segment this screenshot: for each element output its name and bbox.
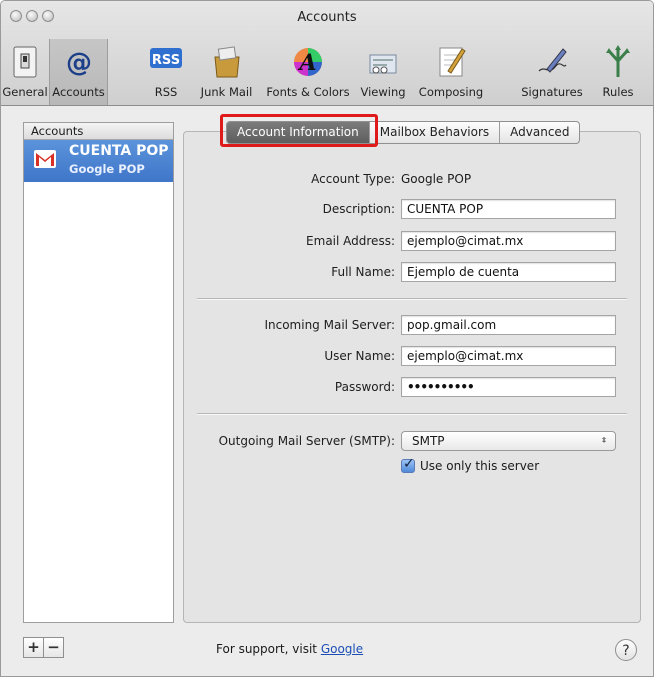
section-divider — [197, 298, 627, 300]
remove-account-button[interactable]: − — [44, 637, 64, 658]
toolbar-rules[interactable]: Rules — [595, 41, 641, 101]
help-button[interactable]: ? — [615, 639, 637, 661]
use-only-this-server-label: Use only this server — [420, 459, 540, 473]
account-name: CUENTA POP — [69, 143, 169, 159]
toolbar-viewing[interactable]: Viewing — [355, 41, 411, 101]
toolbar-accounts[interactable]: @ Accounts — [49, 39, 108, 105]
fonts-colors-icon: A — [294, 48, 322, 76]
incoming-server-label: Incoming Mail Server: — [264, 318, 395, 332]
support-prefix: For support, visit — [216, 642, 321, 656]
junk-mail-icon — [213, 46, 240, 78]
toolbar-composing[interactable]: Composing — [415, 41, 487, 101]
composing-icon — [439, 47, 466, 77]
toolbar-general-label: General — [2, 85, 48, 99]
support-text: For support, visit Google — [216, 642, 363, 656]
accounts-list-header: Accounts — [24, 123, 173, 140]
toolbar-junk-mail-label: Junk Mail — [200, 85, 253, 99]
svg-text:RSS: RSS — [152, 53, 180, 68]
email-address-label: Email Address: — [306, 234, 395, 248]
toolbar-rss[interactable]: RSS RSS — [143, 41, 189, 101]
toolbar-signatures[interactable]: Signatures — [517, 41, 587, 101]
toolbar-rss-label: RSS — [154, 85, 178, 99]
toolbar-junk-mail[interactable]: Junk Mail — [194, 41, 259, 101]
outgoing-server-select[interactable]: SMTP ⇕ — [401, 431, 616, 451]
preferences-window: Accounts General @ Accounts RSS RSS Junk… — [0, 0, 654, 677]
full-name-label: Full Name: — [331, 265, 395, 279]
description-label: Description: — [322, 202, 395, 216]
user-name-field[interactable]: ejemplo@cimat.mx — [401, 346, 616, 366]
annotation-highlight-box — [220, 114, 378, 147]
tab-mailbox-behaviors[interactable]: Mailbox Behaviors — [368, 122, 499, 143]
incoming-server-field[interactable]: pop.gmail.com — [401, 315, 616, 335]
window-title: Accounts — [297, 10, 357, 25]
full-name-field[interactable]: Ejemplo de cuenta — [401, 262, 616, 282]
tab-advanced[interactable]: Advanced — [499, 122, 579, 143]
password-label: Password: — [334, 380, 395, 394]
select-arrows-icon: ⇕ — [600, 437, 608, 445]
password-field[interactable]: •••••••••• — [401, 377, 616, 397]
outgoing-server-value: SMTP — [412, 434, 445, 448]
description-field[interactable]: CUENTA POP — [401, 199, 616, 219]
account-type: Google POP — [69, 162, 145, 176]
section-divider — [197, 413, 627, 415]
svg-text:A: A — [297, 50, 316, 76]
add-account-button[interactable]: + — [23, 637, 44, 658]
user-name-label: User Name: — [324, 349, 395, 363]
toolbar-viewing-label: Viewing — [360, 85, 406, 99]
rss-icon: RSS — [150, 48, 182, 68]
gmail-icon — [34, 150, 56, 168]
toolbar-accounts-label: Accounts — [52, 85, 105, 99]
toolbar-fonts-colors-label: Fonts & Colors — [266, 85, 350, 99]
toolbar-fonts-colors[interactable]: A Fonts & Colors — [263, 41, 353, 101]
email-address-field[interactable]: ejemplo@cimat.mx — [401, 231, 616, 251]
viewing-icon — [369, 54, 397, 74]
account-row-cuenta-pop[interactable]: CUENTA POP Google POP — [24, 140, 173, 182]
checkmark-icon: ✓ — [403, 456, 415, 472]
rules-icon — [606, 45, 630, 77]
toolbar-composing-label: Composing — [418, 85, 484, 99]
account-type-value: Google POP — [401, 172, 472, 186]
use-only-this-server-checkbox[interactable]: ✓ — [401, 456, 415, 473]
outgoing-server-label: Outgoing Mail Server (SMTP): — [218, 434, 395, 448]
toolbar-general[interactable]: General — [1, 41, 49, 101]
toolbar: Accounts General @ Accounts RSS RSS Junk… — [1, 1, 653, 106]
toolbar-signatures-label: Signatures — [521, 85, 583, 99]
svg-text:@: @ — [66, 48, 92, 78]
at-sign-icon: @ — [66, 48, 92, 78]
general-switch-icon — [13, 46, 37, 78]
signatures-icon — [538, 48, 567, 73]
account-buttons: + − — [23, 637, 64, 658]
toolbar-rules-label: Rules — [602, 85, 634, 99]
account-type-label: Account Type: — [311, 172, 395, 186]
accounts-list[interactable]: Accounts CUENTA POP Google POP — [23, 122, 174, 623]
google-support-link[interactable]: Google — [321, 642, 363, 656]
